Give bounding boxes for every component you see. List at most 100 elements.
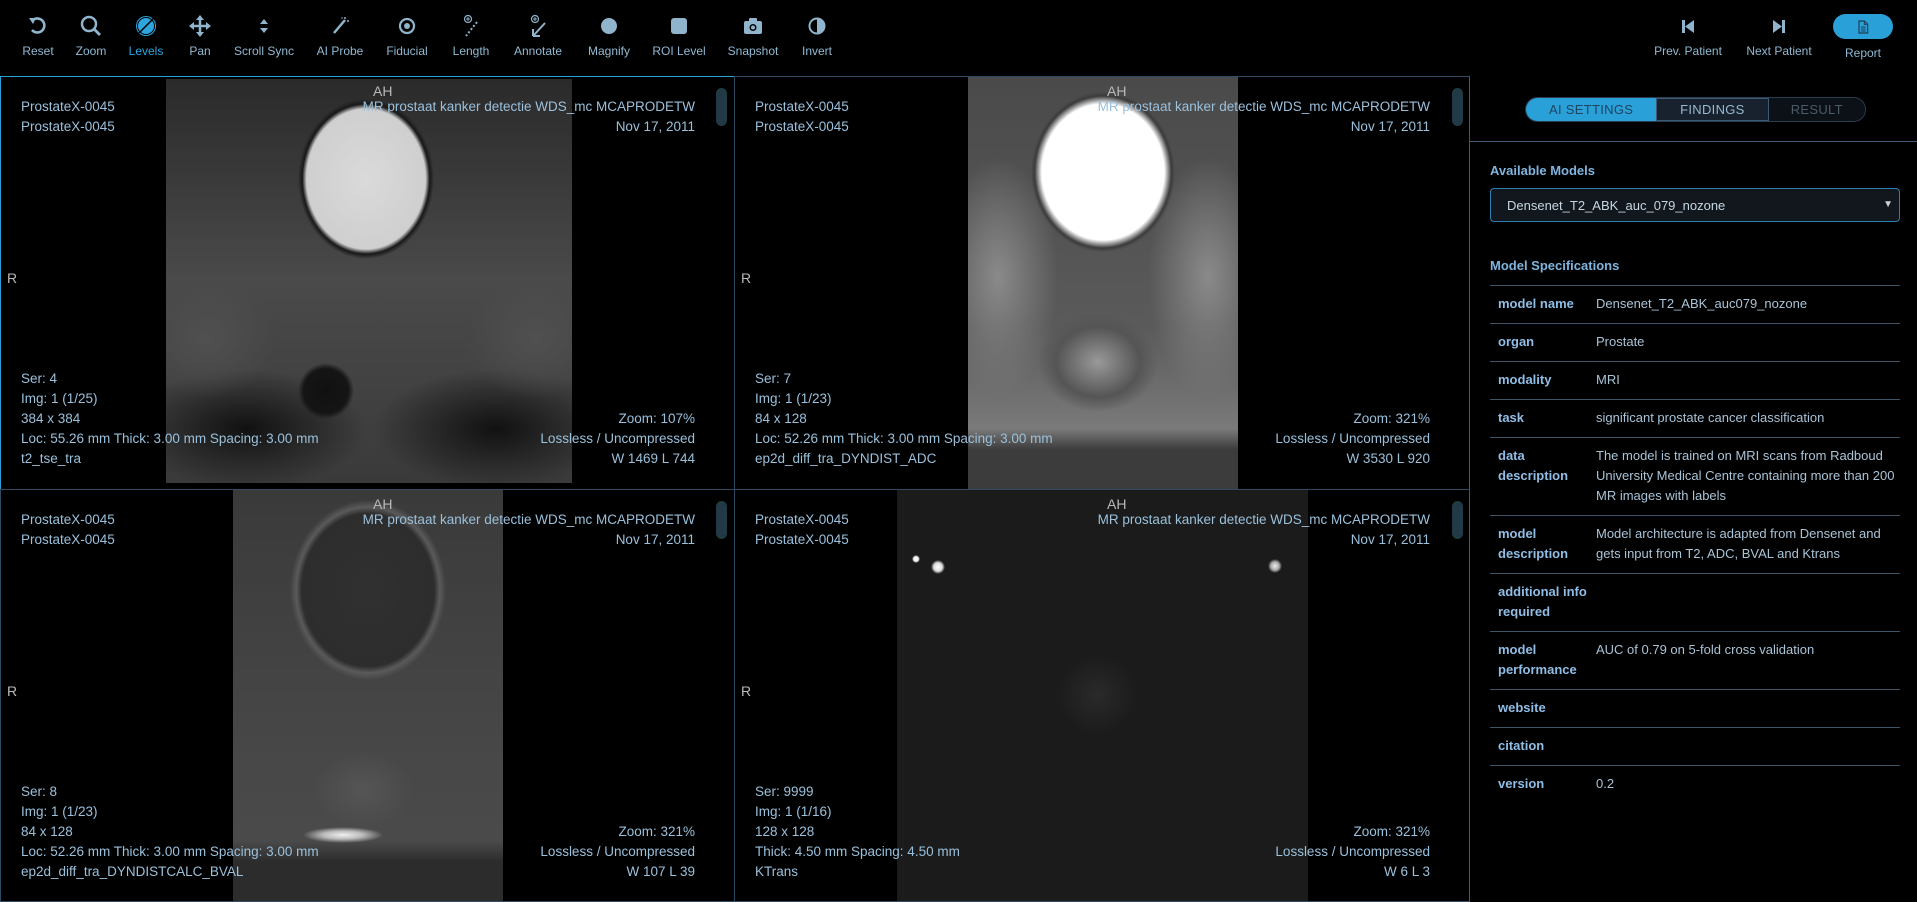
prev-patient-button[interactable]: Prev. Patient xyxy=(1652,12,1724,62)
spec-key: modality xyxy=(1490,361,1596,400)
study-info: MR prostaat kanker detectie WDS_mc MCAPR… xyxy=(1097,99,1430,134)
spec-key: organ xyxy=(1490,323,1596,362)
spec-key: model description xyxy=(1490,515,1596,574)
spec-row: version 0.2 xyxy=(1490,765,1900,803)
display-info: Zoom: 321% Lossless / Uncompressed W 6 L… xyxy=(1275,824,1430,879)
slice-scrollbar[interactable] xyxy=(716,501,727,539)
spec-row: model performance AUC of 0.79 on 5-fold c… xyxy=(1490,631,1900,690)
orientation-left: R xyxy=(7,270,18,286)
slice-scrollbar[interactable] xyxy=(1452,501,1463,539)
series-info: Ser: 9999 Img: 1 (1/16) 128 x 128 Thick:… xyxy=(755,784,960,879)
spec-row: organ Prostate xyxy=(1490,323,1900,362)
patient-info: ProstateX-0045 ProstateX-0045 xyxy=(21,99,115,134)
spec-value: significant prostate cancer classificati… xyxy=(1596,399,1900,438)
spec-value xyxy=(1596,727,1900,766)
viewport-t2[interactable]: AH R ProstateX-0045 ProstateX-0045 MR pr… xyxy=(0,76,735,490)
spec-value: Model architecture is adapted from Dense… xyxy=(1596,515,1900,574)
spec-row: website xyxy=(1490,689,1900,728)
model-select-value: Densenet_T2_ABK_auc_079_nozone xyxy=(1507,197,1726,213)
panel-tabs: AI SETTINGS FINDINGS RESULT xyxy=(1525,97,1866,122)
patient-info: ProstateX-0045 ProstateX-0045 xyxy=(755,512,849,547)
slice-scrollbar[interactable] xyxy=(1452,88,1463,126)
model-select[interactable]: Densenet_T2_ABK_auc_079_nozone ▼ xyxy=(1490,188,1900,222)
spec-key: additional info required xyxy=(1490,573,1596,632)
spec-value: MRI xyxy=(1596,361,1900,400)
model-specifications-title: Model Specifications xyxy=(1490,258,1620,273)
spec-key: version xyxy=(1490,765,1596,803)
spec-value xyxy=(1596,573,1900,632)
invert-button[interactable]: Invert xyxy=(798,12,836,62)
orientation-left: R xyxy=(741,683,752,699)
camera-icon xyxy=(739,12,767,40)
spec-row: additional info required xyxy=(1490,573,1900,632)
magnify-icon xyxy=(595,12,623,40)
ai-probe-icon xyxy=(326,12,354,40)
tab-findings[interactable]: FINDINGS xyxy=(1656,98,1769,121)
ai-panel: AI SETTINGS FINDINGS RESULT Available Mo… xyxy=(1469,76,1917,902)
patient-info: ProstateX-0045 ProstateX-0045 xyxy=(21,512,115,547)
spec-key: website xyxy=(1490,689,1596,728)
series-info: Ser: 4 Img: 1 (1/25) 384 x 384 Loc: 55.2… xyxy=(21,371,319,466)
display-info: Zoom: 321% Lossless / Uncompressed W 107… xyxy=(540,824,695,879)
tab-ai-settings[interactable]: AI SETTINGS xyxy=(1526,98,1657,121)
ai-probe-button[interactable]: AI Probe xyxy=(316,12,364,62)
spec-value xyxy=(1596,689,1900,728)
fiducial-button[interactable]: Fiducial xyxy=(384,12,430,62)
spec-value: 0.2 xyxy=(1596,765,1900,803)
display-info: Zoom: 107% Lossless / Uncompressed W 146… xyxy=(540,411,695,466)
roi-level-icon xyxy=(665,12,693,40)
study-info: MR prostaat kanker detectie WDS_mc MCAPR… xyxy=(362,99,695,134)
viewport-bval[interactable]: AH R ProstateX-0045 ProstateX-0045 MR pr… xyxy=(0,489,735,902)
spec-row: modality MRI xyxy=(1490,361,1900,400)
slice-scrollbar[interactable] xyxy=(716,88,727,126)
annotate-button[interactable]: Annotate xyxy=(510,12,566,62)
viewer-app: Reset Zoom Levels Pan Scroll Sync AI Pro… xyxy=(0,0,1917,902)
zoom-icon xyxy=(77,12,105,40)
spec-key: model performance xyxy=(1490,631,1596,690)
available-models-label: Available Models xyxy=(1490,163,1595,178)
scroll-sync-button[interactable]: Scroll Sync xyxy=(233,12,295,62)
toolbar: Reset Zoom Levels Pan Scroll Sync AI Pro… xyxy=(0,0,1917,76)
spec-row: model name Densenet_T2_ABK_auc079_nozone xyxy=(1490,285,1900,324)
levels-button[interactable]: Levels xyxy=(128,12,164,62)
orientation-left: R xyxy=(7,683,18,699)
spec-row: citation xyxy=(1490,727,1900,766)
skip-forward-icon xyxy=(1765,12,1793,40)
spec-row: data description The model is trained on … xyxy=(1490,437,1900,516)
skip-back-icon xyxy=(1674,12,1702,40)
spec-key: citation xyxy=(1490,727,1596,766)
spec-key: task xyxy=(1490,399,1596,438)
report-button[interactable] xyxy=(1833,14,1893,39)
spec-key: model name xyxy=(1490,285,1596,324)
reset-button[interactable]: Reset xyxy=(20,12,56,62)
scroll-sync-icon xyxy=(250,12,278,40)
roi-level-button[interactable]: ROI Level xyxy=(652,12,706,62)
series-info: Ser: 7 Img: 1 (1/23) 84 x 128 Loc: 52.26… xyxy=(755,371,1053,466)
panel-header: AI SETTINGS FINDINGS RESULT xyxy=(1470,76,1917,142)
zoom-button[interactable]: Zoom xyxy=(73,12,109,62)
series-info: Ser: 8 Img: 1 (1/23) 84 x 128 Loc: 52.26… xyxy=(21,784,319,879)
annotate-icon xyxy=(524,12,552,40)
spec-value: Densenet_T2_ABK_auc079_nozone xyxy=(1596,285,1900,324)
display-info: Zoom: 321% Lossless / Uncompressed W 353… xyxy=(1275,411,1430,466)
magnify-button[interactable]: Magnify xyxy=(584,12,634,62)
spec-key: data description xyxy=(1490,437,1596,516)
orientation-left: R xyxy=(741,270,752,286)
caret-down-icon: ▼ xyxy=(1883,199,1893,210)
spec-row: task significant prostate cancer classifi… xyxy=(1490,399,1900,438)
spec-row: model description Model architecture is a… xyxy=(1490,515,1900,574)
snapshot-button[interactable]: Snapshot xyxy=(725,12,781,62)
length-button[interactable]: Length xyxy=(450,12,492,62)
fiducial-icon xyxy=(393,12,421,40)
study-info: MR prostaat kanker detectie WDS_mc MCAPR… xyxy=(1097,512,1430,547)
report-label: Report xyxy=(1844,46,1882,60)
tab-result[interactable]: RESULT xyxy=(1768,98,1865,121)
pan-icon xyxy=(186,12,214,40)
model-specs-table: model name Densenet_T2_ABK_auc079_nozone o… xyxy=(1490,285,1900,803)
viewport-ktrans[interactable]: AH R ProstateX-0045 ProstateX-0045 MR pr… xyxy=(734,489,1470,902)
document-icon xyxy=(1858,19,1869,34)
viewport-adc[interactable]: AH R ProstateX-0045 ProstateX-0045 MR pr… xyxy=(734,76,1470,490)
study-info: MR prostaat kanker detectie WDS_mc MCAPR… xyxy=(362,512,695,547)
next-patient-button[interactable]: Next Patient xyxy=(1744,12,1814,62)
pan-button[interactable]: Pan xyxy=(185,12,215,62)
